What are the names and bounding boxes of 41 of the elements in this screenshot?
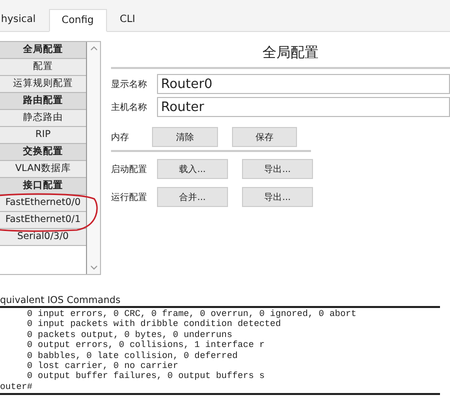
console-line: 0 lost carrier, 0 no carrier [26, 361, 180, 372]
sidebar-item[interactable]: 静态路由 [0, 110, 86, 127]
action-button[interactable]: 清除 [152, 127, 218, 147]
section-header[interactable]: 交换配置 [0, 144, 86, 161]
action-button[interactable]: 保存 [232, 127, 297, 147]
console-line: 0 input errors, 0 CRC, 0 frame, 0 overrun, 0 ignored, 0 abort [26, 309, 358, 320]
tab[interactable]: CLI [106, 8, 148, 31]
console-line: 0 babbles, 0 late collision, 0 deferred [26, 350, 239, 362]
action-button[interactable]: 载入... [157, 159, 228, 179]
section-header[interactable]: 路由配置 [0, 93, 86, 110]
console-title: quivalent IOS Commands [0, 295, 122, 306]
action-button[interactable]: 导出... [242, 159, 313, 179]
field-label: 主机名称 [111, 102, 148, 114]
row-label: 启动配置 [111, 164, 148, 176]
action-button[interactable]: 导出... [242, 187, 313, 207]
action-button[interactable]: 合并... [157, 187, 228, 207]
console-line: 0 input packets with dribble condition detected [26, 319, 282, 330]
console-line: 0 output errors, 0 collisions, 1 interface r [26, 340, 266, 351]
sidebar-item[interactable]: 配置 [0, 59, 86, 76]
sidebar-item[interactable]: FastEthernet0/0 [0, 195, 86, 212]
console-line: 0 packets output, 0 bytes, 0 underruns [26, 330, 234, 340]
scrollbar[interactable] [87, 42, 100, 274]
tab[interactable]: Config [48, 9, 107, 32]
row-label: 内存 [111, 132, 130, 144]
section-header[interactable]: 全局配置 [0, 42, 86, 59]
input-field[interactable]: Router0 [157, 74, 450, 94]
console-line: 0 output buffer failures, 0 output buffers s [26, 371, 266, 382]
sidebar-item[interactable]: RIP [0, 127, 86, 144]
section-header[interactable]: 接口配置 [0, 178, 86, 195]
field-label: 显示名称 [111, 78, 148, 90]
row-label: 运行配置 [111, 192, 148, 204]
tab[interactable]: hysical [0, 8, 49, 31]
sidebar-item[interactable]: Serial0/3/0 [0, 229, 86, 246]
sidebar-item[interactable]: VLAN数据库 [0, 161, 86, 178]
sidebar-item[interactable]: 运算规则配置 [0, 76, 86, 93]
panel-title: 全局配置 [262, 44, 320, 62]
scroll-up-icon[interactable] [90, 46, 98, 51]
sidebar-item[interactable]: FastEthernet0/1 [0, 212, 86, 229]
input-field[interactable]: Router [157, 97, 450, 117]
console-line: outer# [0, 382, 34, 392]
scroll-down-icon[interactable] [90, 265, 98, 270]
